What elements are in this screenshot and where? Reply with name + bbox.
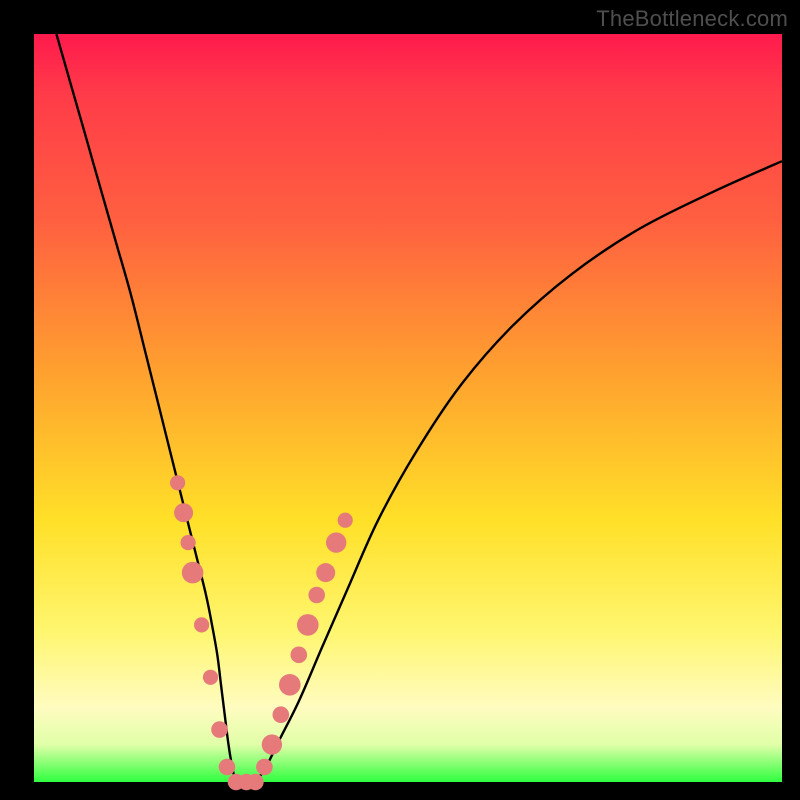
curve-marker xyxy=(273,706,290,723)
curve-marker xyxy=(219,759,236,776)
curve-marker xyxy=(262,734,282,754)
chart-frame: TheBottleneck.com xyxy=(0,0,800,800)
curve-marker xyxy=(247,774,264,791)
curve-marker xyxy=(316,563,335,582)
curve-marker xyxy=(297,614,319,636)
watermark-text: TheBottleneck.com xyxy=(596,6,788,32)
curve-marker xyxy=(203,670,218,685)
curve-marker xyxy=(181,535,196,550)
curve-marker xyxy=(338,513,353,528)
curve-marker xyxy=(326,532,346,552)
curve-marker xyxy=(174,503,193,522)
curve-marker xyxy=(194,617,209,632)
bottleneck-curve xyxy=(56,34,782,783)
curve-markers xyxy=(170,475,353,790)
curve-marker xyxy=(279,674,301,696)
curve-marker xyxy=(170,475,185,490)
curve-marker xyxy=(211,721,228,738)
curve-marker xyxy=(308,587,325,604)
curve-marker xyxy=(291,647,308,664)
curve-marker xyxy=(182,562,204,584)
chart-overlay xyxy=(34,34,782,782)
curve-marker xyxy=(256,759,273,776)
